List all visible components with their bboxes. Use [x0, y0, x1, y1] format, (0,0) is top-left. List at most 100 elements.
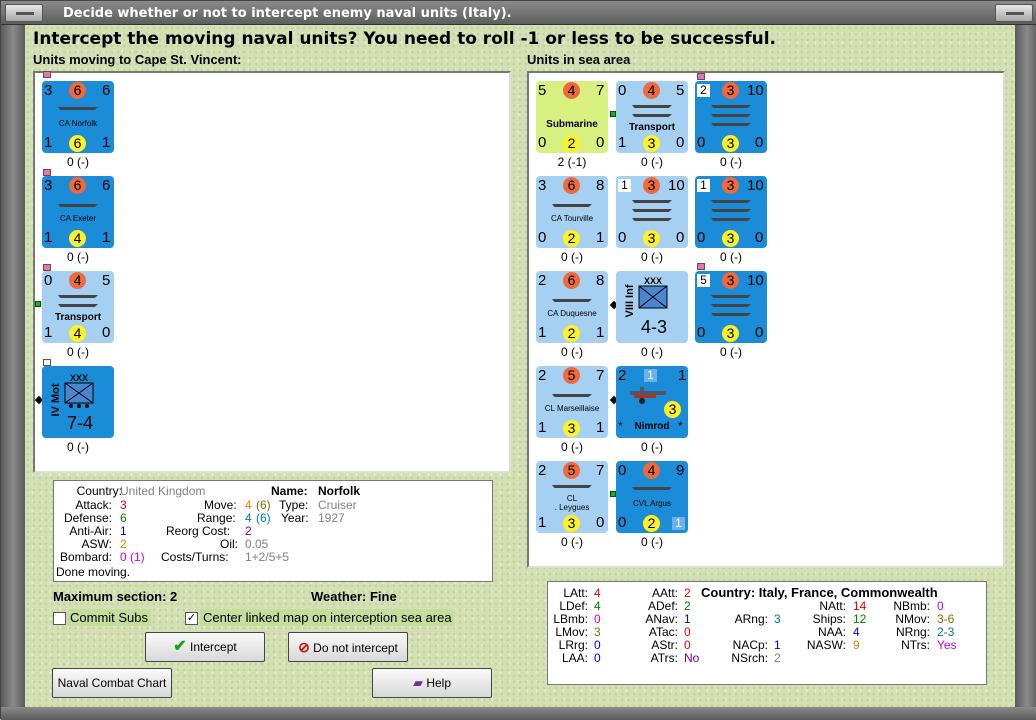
unit-name: CA Norfolk: [58, 119, 98, 128]
info-label: Name:: [271, 484, 308, 498]
intercept-button[interactable]: ✔ Intercept: [145, 632, 265, 662]
counter-value: *: [678, 419, 683, 433]
bottom-frame: [1, 707, 1036, 720]
stats-label: NACp:: [732, 638, 768, 652]
commit-subs-checkbox[interactable]: [53, 612, 66, 625]
ship-icon: [58, 204, 98, 207]
asw-value: 2: [120, 537, 127, 551]
counter-value: 0: [538, 134, 547, 151]
stats-value: 3-6: [937, 612, 955, 626]
unit-marker: [43, 264, 51, 271]
info-label: Costs/Turns:: [161, 550, 229, 564]
unit-counter-nimrod[interactable]: 2 1 1 3 Nimrod * *: [616, 366, 688, 438]
stats-value: 2: [684, 599, 691, 613]
unit-marker: [697, 263, 705, 270]
unit-counter-stack[interactable]: 1 3 10 0 3 0: [616, 176, 688, 248]
unit-caption: 0 (-): [641, 535, 663, 549]
counter-value: 2: [538, 272, 547, 289]
unit-caption: 0 (-): [641, 440, 663, 454]
attack-value: 3: [722, 272, 739, 289]
unit-caption: 0 (-): [561, 345, 583, 359]
unit-counter-cvl-argus[interactable]: 0 4 9 CVL Argus 0 2 1: [616, 461, 688, 533]
right-frame: [1015, 25, 1036, 707]
attack-value: 6: [69, 82, 86, 99]
defense-value: 3: [563, 420, 580, 437]
counter-value: 2: [538, 367, 547, 384]
unit-counter-submarine[interactable]: 5 4 7 Submarine 0 2 0: [536, 81, 608, 153]
unit-counter-stack[interactable]: 1 3 10 0 3 0: [695, 176, 767, 248]
stats-value: 1: [684, 612, 691, 626]
stats-label: ATrs:: [650, 651, 678, 665]
unit-marker: [43, 169, 51, 176]
attack-value: 3: [120, 498, 127, 512]
unit-counter-viii-inf[interactable]: VIII Inf XXX 4-3: [616, 271, 688, 343]
info-label: Reorg Cost:: [166, 524, 231, 538]
counter-value: 1: [102, 229, 111, 246]
unit-counter-stack[interactable]: 5 3 10 0 3 0: [695, 271, 767, 343]
stack-count: 1: [697, 179, 710, 192]
ship-icon: [632, 105, 672, 108]
unit-marker: [43, 71, 51, 78]
help-button-label: Help: [426, 676, 452, 690]
status-text: Done moving.: [56, 565, 131, 579]
ship-icon: [711, 304, 751, 307]
counter-value: 1: [44, 324, 53, 341]
unit-counter-cl-leygues[interactable]: 2 5 7 CL . Leygues 1 3 0: [536, 461, 608, 533]
unit-counter-iv-mot[interactable]: IV Mot XXX 7-4: [42, 366, 114, 438]
ship-icon: [711, 218, 751, 221]
counter-value: 0: [676, 134, 685, 151]
info-label: Anti-Air:: [69, 524, 112, 538]
counter-value: 0: [102, 324, 111, 341]
unit-counter-ca-norfolk[interactable]: 3 6 6 CA Norfolk 1 6 1: [42, 81, 114, 153]
moving-units-list[interactable]: 3 6 6 CA Norfolk 1 6 1 0 (-) 3 6 6 CA Ex…: [33, 71, 511, 473]
counter-value: 0: [538, 229, 547, 246]
counter-value: 5: [538, 82, 547, 99]
unit-counter-cl-marseillaise[interactable]: 2 5 7 CL Marseillaise 1 3 1: [536, 366, 608, 438]
attack-value: 4: [643, 82, 660, 99]
attack-value: 4: [563, 82, 580, 99]
defense-value: 2: [563, 325, 580, 342]
do-not-intercept-button[interactable]: ⊘ Do not intercept: [288, 632, 408, 662]
counter-value: 10: [668, 177, 685, 194]
country-value: United Kingdom: [120, 484, 206, 498]
counter-value: 0: [44, 272, 53, 289]
stack-count: 5: [697, 274, 710, 287]
stats-value: 2: [684, 586, 691, 600]
attack-value: 4: [643, 462, 660, 479]
unit-counter-ca-tourville[interactable]: 3 6 8 CA Tourville 0 2 1: [536, 176, 608, 248]
defense-value: 2: [643, 515, 660, 532]
minimize-button[interactable]: [5, 4, 43, 22]
unit-caption: 0 (-): [67, 345, 89, 359]
unit-name: Transport: [628, 122, 676, 133]
defense-value: 3: [722, 230, 739, 247]
unit-counter-transport[interactable]: 0 4 5 Transport 1 4 0: [42, 271, 114, 343]
counter-value: 5: [102, 272, 111, 289]
unit-name: Transport: [54, 312, 102, 323]
stats-value: 2-3: [937, 625, 955, 639]
move-value: 4: [245, 498, 252, 512]
unit-counter-transport[interactable]: 0 4 5 Transport 1 3 0: [616, 81, 688, 153]
info-label: Oil:: [220, 537, 238, 551]
unit-caption: 0 (-): [720, 345, 742, 359]
stats-label: NTrs:: [901, 638, 930, 652]
motorized-infantry-icon: [64, 382, 94, 408]
unit-counter-ca-exeter[interactable]: 3 6 6 CA Exeter 1 4 1: [42, 176, 114, 248]
restore-button[interactable]: [995, 4, 1033, 22]
commit-subs-label[interactable]: Commit Subs: [67, 609, 152, 626]
center-map-label[interactable]: Center linked map on interception sea ar…: [200, 609, 455, 626]
antiair-value: 1: [120, 524, 127, 538]
unit-name: . Leygues: [554, 503, 590, 512]
unit-counter-ca-duquesne[interactable]: 2 6 8 CA Duquesne 1 2 1: [536, 271, 608, 343]
sea-area-units-list[interactable]: 5 4 7 Submarine 0 2 0 2 (-1) 0 4 5 Trans…: [527, 71, 1005, 568]
help-button[interactable]: ▰ Help: [372, 668, 492, 698]
window-title: Decide whether or not to intercept enemy…: [63, 6, 512, 21]
dialog-window: Decide whether or not to intercept enemy…: [0, 0, 1036, 720]
stats-value: 14: [853, 599, 867, 613]
unit-counter-stack[interactable]: 2 3 10 0 3 0: [695, 81, 767, 153]
stats-label: NMov:: [895, 612, 930, 626]
attack-value: 6: [69, 177, 86, 194]
unit-caption: 0 (-): [67, 440, 89, 454]
attack-value: 3: [643, 177, 660, 194]
center-map-checkbox[interactable]: ✓: [185, 612, 198, 625]
naval-combat-chart-button[interactable]: Naval Combat Chart: [52, 668, 172, 698]
